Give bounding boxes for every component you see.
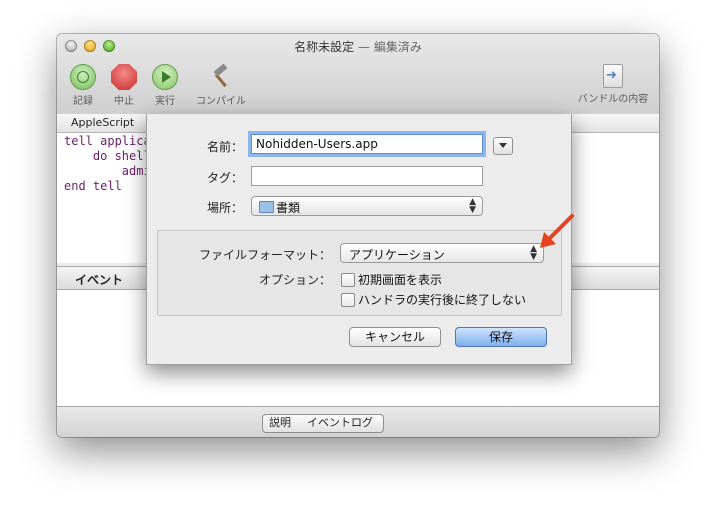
compile-button[interactable]: コンパイル	[193, 63, 249, 107]
code-line: tell applica	[64, 134, 151, 148]
window-title-name: 名称未設定	[294, 40, 355, 54]
stop-icon	[111, 64, 137, 90]
code-line: do shell	[64, 149, 151, 163]
format-label: ファイルフォーマット：	[198, 248, 331, 262]
record-label: 記録	[73, 96, 93, 107]
record-button[interactable]: 記録	[61, 64, 105, 107]
stay-open-label: ハンドラの実行後に終了しない	[358, 293, 527, 307]
titlebar: 名称未設定 — 編集済み 記録 中止 実行 コンパイル バンドルの内容	[57, 34, 659, 115]
chevron-updown-icon: ▲ ▼	[469, 197, 476, 215]
compile-label: コンパイル	[196, 96, 246, 107]
language-selector[interactable]: AppleScript	[71, 116, 134, 129]
expand-sheet-button[interactable]	[493, 137, 513, 155]
folder-icon	[259, 201, 274, 213]
tags-label: タグ：	[206, 171, 243, 185]
window-title-edited: — 編集済み	[354, 40, 422, 54]
stay-open-checkbox[interactable]	[341, 293, 355, 307]
description-button[interactable]: 説明	[262, 414, 298, 433]
record-icon	[70, 64, 96, 90]
options-box: ファイルフォーマット： アプリケーション ▲ ▼ オプション： 初期画面を表示 ハ…	[157, 230, 562, 316]
window-title: 名称未設定 — 編集済み	[57, 38, 659, 55]
code-line: end tell	[64, 179, 122, 193]
cancel-button[interactable]: キャンセル	[349, 327, 441, 347]
format-value: アプリケーション	[349, 248, 445, 262]
startup-screen-checkbox[interactable]	[341, 273, 355, 287]
bundle-label: バンドルの内容	[577, 94, 649, 105]
where-value: 書類	[276, 201, 301, 215]
where-popup[interactable]: 書類 ▲ ▼	[251, 196, 483, 216]
startup-screen-label: 初期画面を表示	[358, 273, 443, 287]
event-log-button[interactable]: イベントログ	[297, 414, 384, 433]
run-label: 実行	[155, 96, 175, 107]
bundle-contents-button[interactable]: バンドルの内容	[571, 64, 655, 105]
stop-button[interactable]: 中止	[102, 64, 146, 107]
options-label: オプション：	[258, 273, 331, 287]
bottom-bar: 説明 イベントログ	[57, 406, 659, 437]
hammer-icon	[208, 63, 234, 90]
name-value: Nohidden-Users.app	[256, 137, 378, 151]
name-label: 名前：	[206, 140, 243, 154]
where-label: 場所：	[206, 201, 243, 215]
save-sheet: 名前： Nohidden-Users.app タグ： 場所： 書類 ▲ ▼ ファイ…	[146, 114, 572, 365]
bundle-icon	[603, 64, 623, 88]
red-arrow-annotation	[540, 214, 574, 248]
save-button[interactable]: 保存	[455, 327, 547, 347]
file-format-popup[interactable]: アプリケーション ▲ ▼	[340, 243, 544, 263]
code-line: admi	[64, 164, 151, 178]
run-icon	[152, 64, 178, 90]
name-field[interactable]: Nohidden-Users.app	[251, 134, 483, 154]
run-button[interactable]: 実行	[143, 64, 187, 107]
stop-label: 中止	[114, 96, 134, 107]
tab-events[interactable]: イベント	[75, 271, 123, 288]
tags-field[interactable]	[251, 166, 483, 186]
